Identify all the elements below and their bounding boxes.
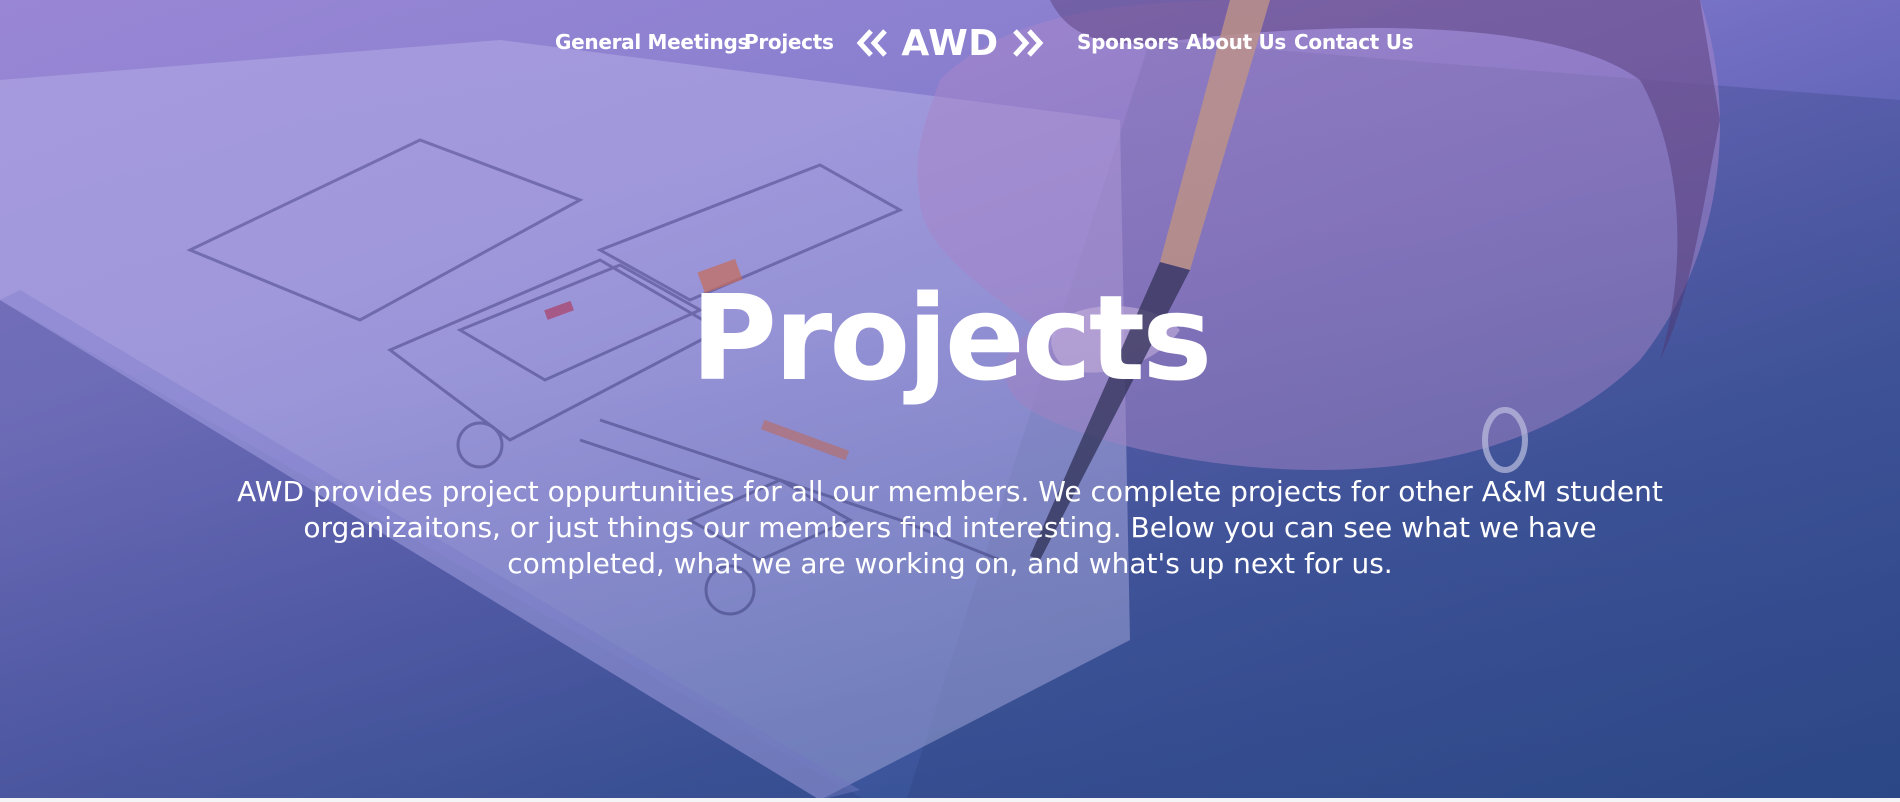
- hero-description: AWD provides project oppurtunities for a…: [237, 475, 1663, 580]
- nav-link-general-meetings[interactable]: General Meetings: [555, 30, 749, 54]
- hero-section: General Meetings Projects AWD Sponsors A…: [0, 0, 1900, 798]
- top-navigation: General Meetings Projects AWD Sponsors A…: [0, 0, 1900, 86]
- page-title: Projects: [690, 269, 1213, 407]
- chevron-double-right-icon: [1012, 29, 1044, 57]
- nav-link-projects[interactable]: Projects: [744, 30, 834, 54]
- nav-link-about-us[interactable]: About Us: [1186, 30, 1286, 54]
- nav-link-contact-us[interactable]: Contact Us: [1294, 30, 1414, 54]
- nav-link-sponsors[interactable]: Sponsors: [1077, 30, 1179, 54]
- logo-text: AWD: [901, 22, 999, 64]
- chevron-double-left-icon: [856, 29, 888, 57]
- hero-bottom-edge: [0, 798, 1900, 802]
- awd-logo[interactable]: AWD: [855, 18, 1045, 68]
